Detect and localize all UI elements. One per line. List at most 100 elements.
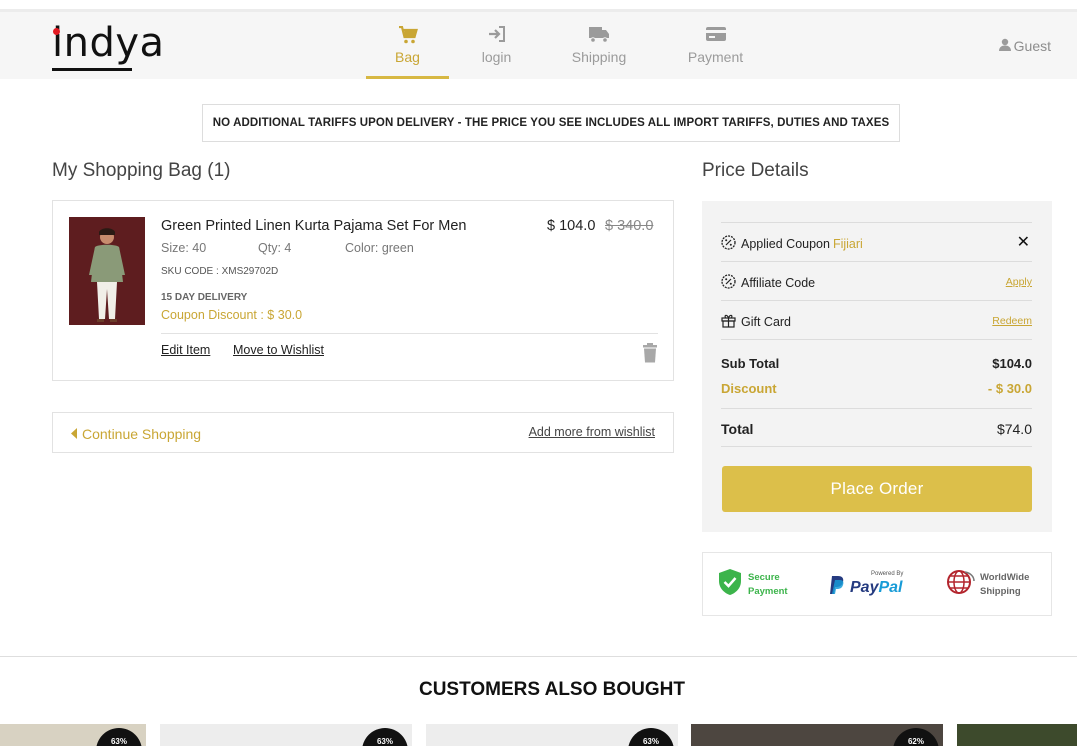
discount-badge: 63% — [362, 728, 408, 746]
coupon-icon — [721, 274, 736, 292]
worldwide-shipping-badge: WorldWide Shipping — [945, 568, 1029, 601]
ship-line-2: Shipping — [980, 585, 1021, 597]
gift-card-row: Gift Card Redeem — [721, 300, 1032, 339]
step-bag-label: Bag — [395, 49, 420, 65]
gift-icon — [721, 313, 736, 331]
total-value: $74.0 — [996, 421, 1032, 437]
recommended-product-4[interactable]: 62% — [691, 724, 943, 746]
continue-bar: Continue Shopping Add more from wishlist — [52, 412, 674, 453]
caret-left-icon — [71, 426, 77, 442]
credit-card-icon — [654, 26, 777, 44]
discount-badge: 62% — [893, 728, 939, 746]
continue-shopping-label: Continue Shopping — [82, 426, 202, 442]
logo-underline — [52, 68, 132, 71]
cart-divider — [161, 333, 658, 334]
coupon-icon — [721, 235, 736, 253]
discount-row: Discount - $ 30.0 — [721, 381, 1032, 396]
total-divider-top — [721, 408, 1032, 409]
apply-affiliate-link[interactable]: Apply — [1006, 276, 1032, 288]
price-details-panel: Applied Coupon Fijiari ✕ Affiliate Code … — [702, 201, 1052, 532]
gift-card-label: Gift Card — [741, 315, 792, 329]
total-row: Total $74.0 — [721, 421, 1032, 437]
affiliate-label: Affiliate Code — [741, 276, 816, 290]
truck-icon — [544, 26, 654, 44]
affiliate-label-group: Affiliate Code — [721, 274, 815, 292]
move-to-wishlist-link[interactable]: Move to Wishlist — [233, 343, 324, 357]
step-bag[interactable]: Bag — [366, 12, 449, 79]
subtotal-label: Sub Total — [721, 356, 780, 371]
cart-item-card: Green Printed Linen Kurta Pajama Set For… — [52, 200, 674, 381]
recommended-product-3[interactable]: 63% — [426, 724, 678, 746]
total-divider-bottom — [721, 446, 1032, 447]
total-label: Total — [721, 421, 754, 437]
shield-check-icon — [717, 568, 743, 601]
product-original-price: $ 340.0 — [605, 218, 654, 234]
product-image[interactable] — [69, 217, 145, 325]
secure-payment-text: Secure Payment — [748, 571, 788, 599]
redeem-gift-card-link[interactable]: Redeem — [992, 315, 1032, 327]
step-shipping[interactable]: Shipping — [544, 12, 654, 79]
affiliate-row: Affiliate Code Apply — [721, 261, 1032, 300]
brand-logo[interactable]: indya — [52, 20, 164, 72]
user-label: Guest — [1013, 38, 1051, 54]
secure-line-2: Payment — [748, 585, 788, 597]
coupon-code: Fijiari — [832, 237, 863, 251]
checkout-steps: Bag login Shipping Payment — [366, 12, 777, 79]
secure-payment-badge: Secure Payment — [717, 568, 788, 601]
panel-divider — [721, 339, 1032, 340]
recommended-product-2[interactable]: 63% — [160, 724, 412, 746]
recommended-product-1[interactable]: 63% — [0, 724, 146, 746]
product-sku: SKU CODE : XMS29702D — [161, 266, 279, 277]
step-payment[interactable]: Payment — [654, 12, 777, 79]
place-order-button[interactable]: Place Order — [722, 466, 1032, 512]
section-separator — [0, 656, 1077, 657]
applied-coupon-label-group: Applied Coupon Fijiari — [721, 235, 863, 253]
discount-badge: 63% — [628, 728, 674, 746]
paypal-wordmark: PayPal — [850, 579, 902, 597]
paypal-icon — [829, 575, 845, 600]
product-name[interactable]: Green Printed Linen Kurta Pajama Set For… — [161, 218, 466, 234]
worldwide-shipping-text: WorldWide Shipping — [980, 571, 1029, 599]
tariff-notice: NO ADDITIONAL TARIFFS UPON DELIVERY - TH… — [202, 104, 900, 142]
step-payment-label: Payment — [687, 49, 744, 65]
also-bought-title: CUSTOMERS ALSO BOUGHT — [418, 679, 685, 700]
applied-coupon-label: Applied Coupon — [741, 237, 830, 251]
subtotal-row: Sub Total $104.0 — [721, 356, 1032, 371]
brand-logo-text: indya — [52, 20, 165, 66]
continue-shopping-link[interactable]: Continue Shopping — [71, 426, 201, 442]
user-icon — [998, 38, 1011, 54]
logo-dot — [53, 28, 60, 35]
product-color: Color: green — [345, 241, 414, 255]
ship-line-1: WorldWide — [980, 571, 1030, 583]
remove-coupon-close-icon[interactable]: ✕ — [1017, 232, 1030, 252]
gift-label-group: Gift Card — [721, 313, 791, 331]
recommended-product-5[interactable] — [957, 724, 1077, 746]
discount-value: - $ 30.0 — [987, 381, 1032, 396]
add-from-wishlist-link[interactable]: Add more from wishlist — [529, 425, 655, 439]
trash-icon[interactable] — [641, 343, 659, 363]
paypal-pal: Pal — [878, 578, 903, 596]
paypal-pay: Pay — [850, 578, 879, 596]
product-price: $ 104.0 — [547, 218, 596, 234]
step-login[interactable]: login — [449, 12, 544, 79]
top-strip — [0, 0, 1077, 12]
site-header: indya Bag login Shipping Payment Guest — [0, 12, 1077, 79]
cart-icon — [366, 26, 449, 44]
paypal-badge: PayPal — [829, 575, 902, 600]
step-shipping-label: Shipping — [571, 49, 627, 65]
user-menu[interactable]: Guest — [998, 38, 1051, 54]
sign-in-icon — [449, 26, 544, 44]
coupon-discount: Coupon Discount : $ 30.0 — [161, 308, 303, 322]
applied-coupon-row: Applied Coupon Fijiari ✕ — [721, 222, 1032, 261]
secure-line-1: Secure — [748, 571, 780, 583]
bag-title: My Shopping Bag (1) — [52, 160, 231, 181]
product-qty: Qty: 4 — [258, 241, 292, 255]
price-details-title: Price Details — [702, 160, 809, 181]
step-login-label: login — [481, 49, 512, 65]
delivery-time: 15 DAY DELIVERY — [161, 292, 248, 303]
discount-label: Discount — [721, 381, 777, 396]
edit-item-link[interactable]: Edit Item — [161, 343, 210, 357]
product-size: Size: 40 — [161, 241, 207, 255]
globe-icon — [945, 568, 975, 601]
trust-badges: Secure Payment Powered By PayPal WorldWi… — [702, 552, 1052, 616]
